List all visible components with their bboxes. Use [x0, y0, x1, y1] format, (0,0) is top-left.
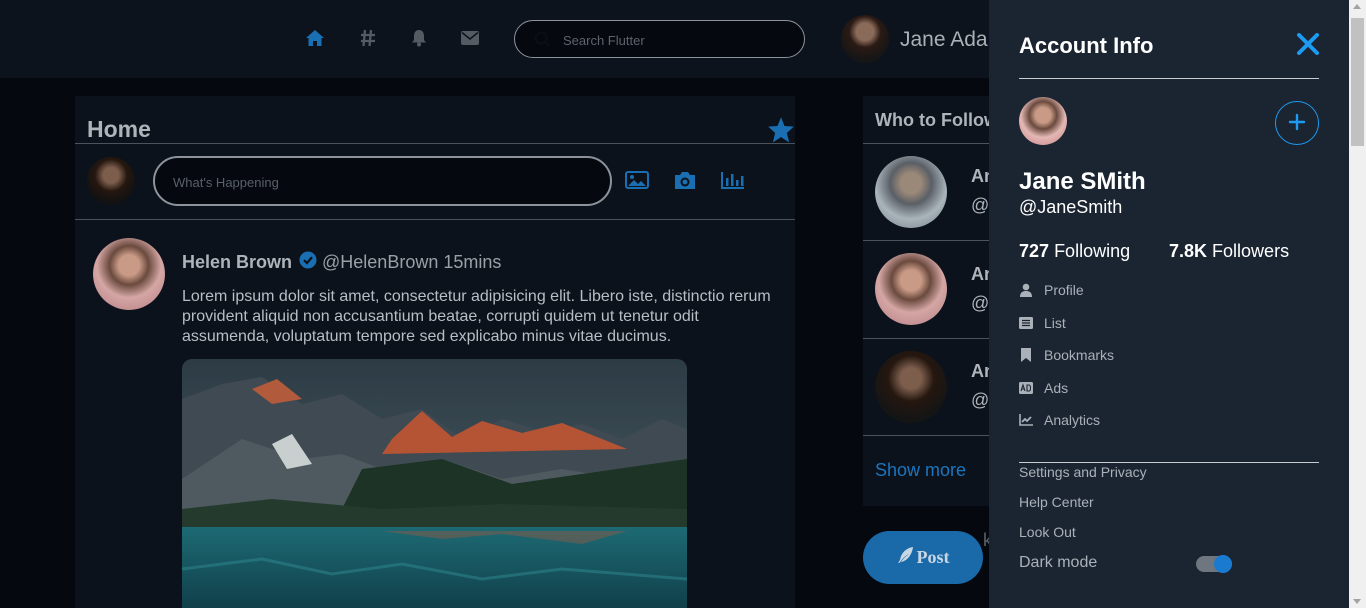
- menu-item-analytics[interactable]: Analytics: [1019, 412, 1100, 428]
- follow-avatar[interactable]: [875, 156, 947, 228]
- following-stat[interactable]: 727 Following: [1019, 241, 1130, 262]
- menu-label: Profile: [1044, 282, 1084, 298]
- settings-privacy-link[interactable]: Settings and Privacy: [1019, 464, 1147, 480]
- divider: [1019, 462, 1319, 463]
- who-to-follow-title: Who to Follow: [875, 110, 998, 130]
- page-scrollbar[interactable]: [1349, 0, 1366, 608]
- menu-item-ads[interactable]: Ads: [1019, 380, 1068, 396]
- menu-label: Bookmarks: [1044, 347, 1115, 363]
- who-to-follow-panel: Who to Follow An @ An @ An @ Show more: [863, 96, 1003, 506]
- chart-line-icon: [1019, 413, 1033, 427]
- menu-item-bookmarks[interactable]: Bookmarks: [1019, 347, 1114, 363]
- dark-mode-toggle[interactable]: [1196, 555, 1232, 573]
- post-button-label: Post: [916, 547, 950, 567]
- plus-icon: [1288, 113, 1306, 134]
- compose-avatar: [87, 157, 135, 205]
- followers-count: 7.8K: [1169, 241, 1208, 261]
- divider: [863, 338, 1003, 339]
- look-out-link[interactable]: Look Out: [1019, 524, 1076, 540]
- divider: [863, 435, 1003, 436]
- add-account-button[interactable]: [1275, 101, 1319, 145]
- post-image[interactable]: [182, 359, 687, 608]
- menu-label: Analytics: [1044, 412, 1101, 428]
- menu-label: Ads: [1044, 380, 1069, 396]
- menu-label: List: [1044, 315, 1066, 331]
- drawer-avatar[interactable]: [1019, 97, 1067, 145]
- verified-icon: [299, 251, 317, 274]
- divider: [863, 143, 1003, 144]
- follow-avatar[interactable]: [875, 253, 947, 325]
- home-feed: Home Helen Brown @HelenBrown 15mins Lore…: [75, 96, 795, 608]
- post-text: Lorem ipsum dolor sit amet, consectetur …: [182, 288, 771, 345]
- divider: [863, 240, 1003, 241]
- followers-stat[interactable]: 7.8K Followers: [1169, 241, 1289, 262]
- user-icon: [1019, 283, 1033, 297]
- post-author-handle[interactable]: @HelenBrown: [322, 252, 438, 273]
- hashtag-icon[interactable]: [357, 27, 379, 49]
- divider: [75, 143, 795, 144]
- drawer-user-handle: @JaneSmith: [1019, 197, 1123, 217]
- drawer-title: Account Info: [1019, 33, 1154, 58]
- divider: [75, 219, 795, 220]
- post-time: 15mins: [443, 252, 502, 272]
- page-title: Home: [87, 116, 151, 142]
- follow-handle: @: [971, 195, 990, 215]
- bell-icon[interactable]: [408, 27, 430, 49]
- close-icon[interactable]: [1295, 31, 1321, 57]
- camera-icon[interactable]: [672, 168, 698, 192]
- envelope-icon[interactable]: [459, 27, 481, 49]
- poll-icon[interactable]: [720, 168, 746, 192]
- compose-input[interactable]: [173, 173, 573, 191]
- show-more-link[interactable]: Show more: [875, 460, 966, 481]
- image-icon[interactable]: [624, 168, 650, 192]
- help-center-link[interactable]: Help Center: [1019, 494, 1094, 510]
- drawer-user-name: Jane SMith: [1019, 168, 1146, 195]
- scroll-up-arrow-icon[interactable]: [1353, 4, 1361, 9]
- feather-icon: [897, 546, 915, 569]
- account-info-drawer: Account Info Jane SMith @JaneSmith 727 F…: [989, 0, 1349, 608]
- menu-item-list[interactable]: List: [1019, 315, 1066, 331]
- scroll-down-arrow-icon[interactable]: [1353, 599, 1361, 604]
- scrollbar-thumb[interactable]: [1351, 18, 1364, 146]
- ad-icon: [1019, 381, 1033, 395]
- compose-box[interactable]: [153, 156, 612, 206]
- list-icon: [1019, 316, 1033, 330]
- follow-handle: @: [971, 390, 990, 410]
- bookmark-icon: [1019, 348, 1033, 362]
- follow-avatar[interactable]: [875, 351, 947, 423]
- search-icon: [534, 31, 551, 53]
- dark-mode-label: Dark mode: [1019, 554, 1098, 571]
- follow-handle: @: [971, 293, 990, 313]
- following-label: Following: [1054, 241, 1131, 261]
- post-author-name[interactable]: Helen Brown: [182, 252, 292, 273]
- user-avatar[interactable]: [841, 15, 889, 63]
- search-field[interactable]: [514, 20, 805, 58]
- following-count: 727: [1019, 241, 1050, 261]
- followers-label: Followers: [1212, 241, 1290, 261]
- toggle-knob: [1214, 555, 1232, 573]
- search-input[interactable]: [563, 30, 793, 50]
- post-author-avatar[interactable]: [93, 238, 165, 310]
- post-button[interactable]: Post: [863, 531, 983, 584]
- post-header: Helen Brown @HelenBrown 15mins: [182, 251, 501, 274]
- home-icon[interactable]: [304, 27, 326, 49]
- divider: [1019, 78, 1319, 79]
- menu-item-profile[interactable]: Profile: [1019, 282, 1084, 298]
